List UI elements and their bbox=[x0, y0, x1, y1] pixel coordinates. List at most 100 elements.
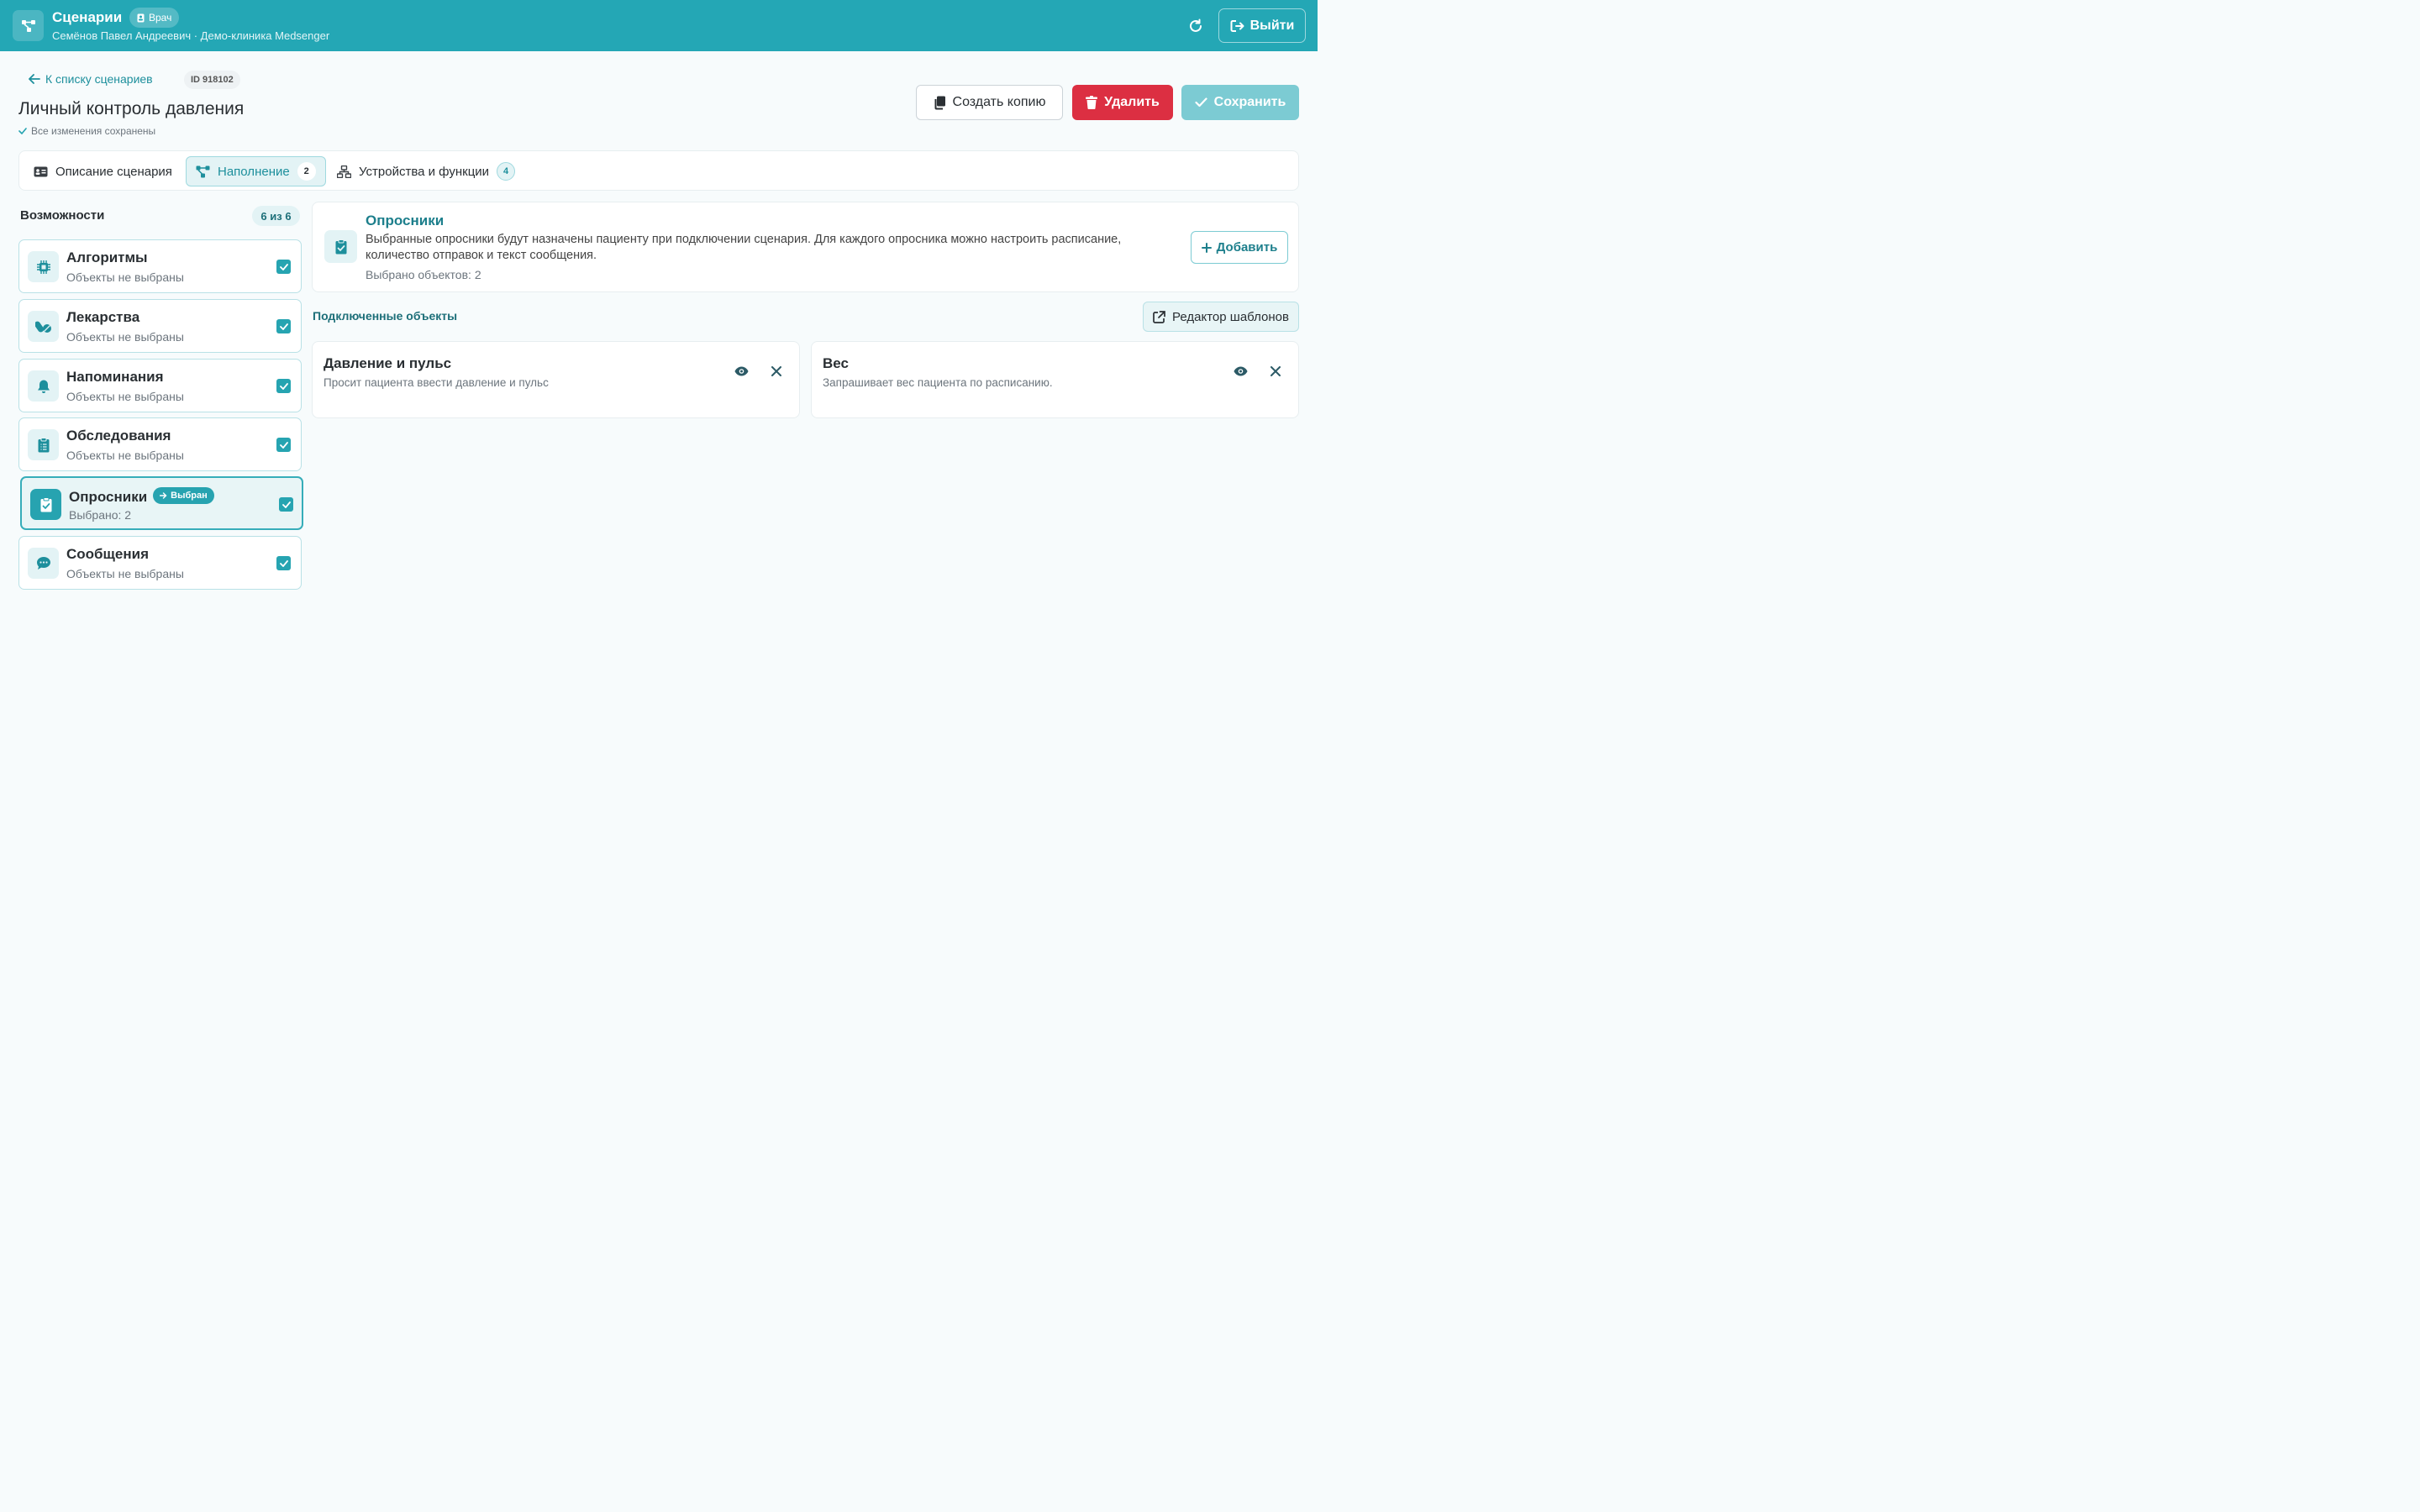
tab-content-label: Наполнение bbox=[218, 164, 290, 179]
feature-examinations[interactable]: Обследования Объекты не выбраны bbox=[18, 417, 302, 471]
copy-icon bbox=[934, 96, 945, 109]
diagram-icon bbox=[196, 165, 210, 177]
id-badge-icon bbox=[137, 13, 145, 22]
clipboard-check-icon bbox=[30, 489, 61, 520]
close-icon[interactable] bbox=[1267, 363, 1284, 380]
role-badge: Врач bbox=[129, 8, 180, 28]
page-title: Личный контроль давления bbox=[18, 99, 245, 118]
feature-status: Объекты не выбраны bbox=[66, 330, 184, 344]
feature-name: Напоминания bbox=[66, 369, 164, 385]
tab-devices-label: Устройства и функции bbox=[359, 164, 490, 179]
check-icon bbox=[279, 263, 288, 270]
check-icon bbox=[281, 501, 291, 508]
id-card-icon bbox=[34, 166, 48, 176]
chip-icon bbox=[28, 251, 59, 282]
feature-reminders[interactable]: Напоминания Объекты не выбраны bbox=[18, 359, 302, 412]
logout-button[interactable]: Выйти bbox=[1218, 8, 1306, 43]
check-icon bbox=[279, 441, 288, 449]
feature-status: Объекты не выбраны bbox=[66, 449, 184, 462]
copy-button[interactable]: Создать копию bbox=[916, 85, 1063, 120]
section-title: Опросники bbox=[366, 213, 445, 228]
eye-icon[interactable] bbox=[1232, 363, 1249, 380]
add-button[interactable]: Добавить bbox=[1191, 231, 1288, 264]
check-icon bbox=[279, 382, 288, 390]
section-selected-count: Выбрано объектов: 2 bbox=[366, 268, 481, 281]
feature-checkbox[interactable] bbox=[276, 556, 291, 570]
clipboard-check-icon bbox=[324, 230, 357, 263]
feature-checkbox[interactable] bbox=[276, 260, 291, 274]
plus-icon bbox=[1201, 242, 1212, 253]
scenario-id-badge: ID 918102 bbox=[184, 71, 240, 89]
check-icon bbox=[1195, 97, 1207, 108]
feature-algorithms[interactable]: Алгоритмы Объекты не выбраны bbox=[18, 239, 302, 293]
template-editor-button[interactable]: Редактор шаблонов bbox=[1143, 302, 1299, 332]
object-description: Запрашивает вес пациента по расписанию. bbox=[823, 376, 1053, 389]
tab-content-count: 2 bbox=[297, 162, 316, 181]
scenario-tabs: Описание сценария Наполнение 2 Устройств… bbox=[18, 150, 1299, 191]
tab-description[interactable]: Описание сценария bbox=[24, 156, 182, 186]
save-status: Все изменения сохранены bbox=[18, 125, 155, 137]
refresh-icon[interactable] bbox=[1186, 16, 1206, 36]
object-name: Давление и пульс bbox=[324, 355, 452, 371]
feature-checkbox[interactable] bbox=[276, 438, 291, 452]
feature-status: Объекты не выбраны bbox=[66, 390, 184, 403]
save-status-label: Все изменения сохранены bbox=[31, 125, 156, 137]
chat-icon bbox=[28, 548, 59, 579]
logout-label: Выйти bbox=[1249, 18, 1295, 33]
feature-name-row: Опросники Выбран bbox=[69, 487, 214, 506]
delete-button[interactable]: Удалить bbox=[1072, 85, 1173, 120]
feature-checkbox[interactable] bbox=[276, 379, 291, 393]
save-label: Сохранить bbox=[1213, 95, 1286, 109]
feature-status: Объекты не выбраны bbox=[66, 270, 184, 284]
object-description: Просит пациента ввести давление и пульс bbox=[324, 376, 549, 389]
check-icon bbox=[279, 559, 288, 567]
feature-name: Опросники bbox=[69, 489, 148, 505]
logout-icon bbox=[1230, 19, 1244, 32]
object-name: Вес bbox=[823, 355, 849, 371]
object-card: Вес Запрашивает вес пациента по расписан… bbox=[811, 341, 1299, 418]
tab-description-label: Описание сценария bbox=[55, 164, 172, 179]
object-card: Давление и пульс Просит пациента ввести … bbox=[312, 341, 800, 418]
selected-badge: Выбран bbox=[153, 487, 214, 504]
app-title: Сценарии bbox=[52, 9, 123, 25]
feature-status: Выбрано: 2 bbox=[69, 508, 132, 522]
close-icon[interactable] bbox=[768, 363, 785, 380]
feature-name: Лекарства bbox=[66, 309, 140, 325]
bell-icon bbox=[28, 370, 59, 402]
user-clinic-info: Семёнов Павел Андреевич · Демо-клиника M… bbox=[52, 29, 330, 42]
back-to-list-link[interactable]: К списку сценариев bbox=[29, 72, 153, 86]
copy-label: Создать копию bbox=[952, 95, 1046, 109]
save-button[interactable]: Сохранить bbox=[1181, 85, 1299, 120]
add-label: Добавить bbox=[1216, 240, 1278, 255]
tab-content[interactable]: Наполнение 2 bbox=[186, 156, 326, 186]
tab-devices[interactable]: Устройства и функции 4 bbox=[328, 156, 524, 186]
section-info-card: Опросники Выбранные опросники будут назн… bbox=[312, 202, 1299, 292]
tab-devices-count: 4 bbox=[497, 162, 516, 181]
external-link-icon bbox=[1153, 310, 1165, 323]
connected-objects-title: Подключенные объекты bbox=[313, 309, 458, 323]
template-editor-label: Редактор шаблонов bbox=[1172, 309, 1289, 324]
feature-name: Алгоритмы bbox=[66, 249, 148, 265]
feature-name: Сообщения bbox=[66, 546, 149, 562]
arrow-right-icon bbox=[160, 492, 167, 499]
scenario-logo-icon bbox=[13, 10, 44, 41]
delete-label: Удалить bbox=[1104, 95, 1160, 109]
feature-messages[interactable]: Сообщения Объекты не выбраны bbox=[18, 536, 302, 590]
arrow-left-icon bbox=[29, 74, 40, 84]
features-title: Возможности bbox=[20, 208, 105, 223]
trash-icon bbox=[1086, 96, 1098, 109]
feature-checkbox[interactable] bbox=[276, 319, 291, 333]
network-icon bbox=[337, 165, 351, 178]
feature-checkbox[interactable] bbox=[279, 497, 293, 512]
role-label: Врач bbox=[149, 12, 172, 24]
feature-status: Объекты не выбраны bbox=[66, 567, 184, 580]
feature-questionnaires[interactable]: Опросники Выбран Выбрано: 2 bbox=[20, 476, 303, 530]
pills-icon bbox=[28, 311, 59, 342]
features-count-badge: 6 из 6 bbox=[252, 206, 300, 226]
feature-name: Обследования bbox=[66, 428, 171, 444]
eye-icon[interactable] bbox=[733, 363, 750, 380]
selected-badge-label: Выбран bbox=[171, 491, 208, 501]
feature-medications[interactable]: Лекарства Объекты не выбраны bbox=[18, 299, 302, 353]
section-description: Выбранные опросники будут назначены паци… bbox=[366, 233, 1122, 262]
check-icon bbox=[18, 128, 27, 134]
